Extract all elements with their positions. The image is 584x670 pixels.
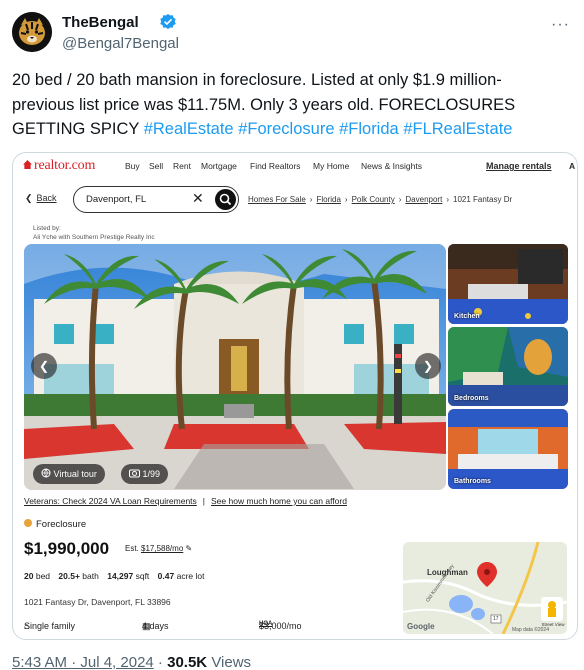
thumbnail-bedrooms-label: Bedrooms (454, 395, 489, 402)
breadcrumb-davenport[interactable]: Davenport (405, 195, 442, 204)
tweet-line-2: previous list price was $11.75M. Only 3 … (12, 95, 516, 114)
virtual-tour-button[interactable]: Virtual tour (33, 464, 105, 484)
nav-rent[interactable]: Rent (173, 161, 191, 171)
thumbnail-bathrooms-label: Bathrooms (454, 478, 491, 485)
mansion-photo (24, 244, 446, 490)
back-button[interactable]: ❮ Back (25, 193, 57, 204)
tweet-footer: 5:43 AM · Jul 4, 2024 · 30.5K Views (12, 654, 252, 670)
virtual-tour-label: Virtual tour (53, 469, 97, 479)
tweet-timestamp[interactable]: 5:43 AM · Jul 4, 2024 (12, 654, 154, 670)
map-graphic (403, 542, 567, 634)
back-chevron-icon: ❮ (25, 193, 33, 203)
bathrooms-photo (448, 409, 568, 489)
views-count: 30.5K (167, 654, 208, 670)
clear-icon[interactable]: ✕ (192, 190, 204, 207)
realtor-logo[interactable]: realtor.com (23, 158, 95, 174)
nav-buy[interactable]: Buy (125, 161, 140, 171)
listing-price: $1,990,000 (24, 539, 110, 558)
search-value: Davenport, FL (86, 194, 147, 205)
status-badge: Foreclosure (24, 519, 86, 530)
thumbnail-bedrooms[interactable]: Bedrooms (448, 327, 568, 406)
status-label: Foreclosure (36, 519, 87, 530)
hashtag-flrealestate[interactable]: #FLRealEstate (403, 120, 512, 138)
photo-count-button[interactable]: 1/99 (121, 464, 169, 484)
search-input[interactable]: Davenport, FL ✕ (73, 186, 239, 213)
hashtag-florida[interactable]: #Florida (339, 120, 399, 138)
listing-address: 1021 Fantasy Dr, Davenport, FL 33896 (24, 597, 171, 607)
location-map[interactable]: Loughman Old Kissimmee Hwy 17 Street Vie… (403, 542, 567, 634)
finance-links: Veterans: Check 2024 VA Loan Requirement… (24, 496, 347, 506)
nav-mortgage[interactable]: Mortgage (201, 161, 237, 171)
estimated-payment[interactable]: Est. $17,588/mo ✎ (125, 544, 192, 553)
google-logo: Google (407, 622, 435, 631)
tweet-header: TheBengal @Bengal7Bengal ··· (12, 12, 572, 58)
nav-my-home[interactable]: My Home (313, 161, 349, 171)
hashtag-realestate[interactable]: #RealEstate (144, 120, 234, 138)
breadcrumb-polk[interactable]: Polk County (352, 195, 395, 204)
back-label: Back (36, 193, 57, 203)
more-icon[interactable]: ··· (551, 16, 570, 34)
est-payment-value: $17,588/mo (141, 544, 184, 553)
search-button[interactable] (215, 189, 236, 210)
search-icon (219, 193, 232, 206)
verified-badge-icon (160, 13, 176, 30)
thumbnail-kitchen[interactable]: Kitchen (448, 244, 568, 324)
nav-cut-item[interactable]: A (569, 161, 575, 171)
map-highway-label: 17 (493, 616, 499, 622)
edit-pencil-icon: ✎ (185, 544, 193, 553)
tweet-text: 20 bed / 20 bath mansion in foreclosure.… (12, 68, 572, 142)
nav-news[interactable]: News & Insights (361, 161, 422, 171)
sqft-value: 14,297 (107, 571, 134, 581)
breadcrumb-current: 1021 Fantasy Dr (453, 195, 513, 204)
tweet-line-1: 20 bed / 20 bath mansion in foreclosure.… (12, 71, 502, 89)
house-logo-icon (23, 160, 32, 169)
realtor-nav: realtor.com Buy Sell Rent Mortgage Find … (13, 153, 577, 179)
baths-value: 20.5+ (58, 571, 80, 581)
chevron-left-icon: ❮ (38, 359, 50, 373)
listing-screenshot[interactable]: realtor.com Buy Sell Rent Mortgage Find … (12, 152, 578, 640)
breadcrumb-homes[interactable]: Homes For Sale (248, 195, 306, 204)
globe-icon (41, 468, 51, 478)
breadcrumb: Homes For Sale › Florida › Polk County › Daven… (248, 195, 513, 204)
listed-by-agent: Ali Yche with Southern Prestige Realty I… (33, 234, 155, 241)
thumbnail-kitchen-label: Kitchen (454, 313, 480, 320)
kitchen-photo (448, 244, 568, 324)
va-loan-link[interactable]: Veterans: Check 2024 VA Loan Requirement… (24, 496, 197, 506)
photo-next-button[interactable]: ❯ (415, 353, 441, 379)
tweet-line-3: GETTING SPICY (12, 120, 144, 138)
nav-find-realtors[interactable]: Find Realtors (250, 161, 301, 171)
beds-value: 20 (24, 571, 34, 581)
property-facts: 20 bed 20.5+ bath 14,297 sqft 0.47 acre … (24, 571, 205, 581)
hashtag-foreclosure[interactable]: #Foreclosure (238, 120, 334, 138)
map-data-attribution: Map data ©2024 (511, 627, 549, 633)
photo-prev-button[interactable]: ❮ (31, 353, 57, 379)
listed-by-label: Listed by: (33, 225, 61, 232)
status-dot (24, 519, 32, 527)
lot-value: 0.47 (157, 571, 175, 581)
nav-sell[interactable]: Sell (149, 161, 163, 171)
avatar[interactable] (12, 12, 52, 52)
display-name[interactable]: TheBengal (62, 14, 139, 31)
main-photo[interactable] (24, 244, 446, 490)
listed-by: Listed by: Ali Yche with Southern Presti… (33, 224, 155, 242)
thumbnail-bathrooms[interactable]: Bathrooms (448, 409, 568, 489)
chevron-right-icon: ❯ (422, 359, 434, 373)
breadcrumb-florida[interactable]: Florida (316, 195, 340, 204)
photo-count: 1/99 (142, 469, 161, 479)
afford-link[interactable]: See how much home you can afford (211, 496, 347, 506)
search-row: ❮ Back Davenport, FL ✕ Homes For Sale › Flo… (13, 186, 577, 214)
manage-rentals-link[interactable]: Manage rentals (486, 161, 552, 171)
camera-icon (129, 469, 140, 478)
views-label: Views (211, 654, 252, 670)
handle[interactable]: @Bengal7Bengal (62, 35, 179, 52)
